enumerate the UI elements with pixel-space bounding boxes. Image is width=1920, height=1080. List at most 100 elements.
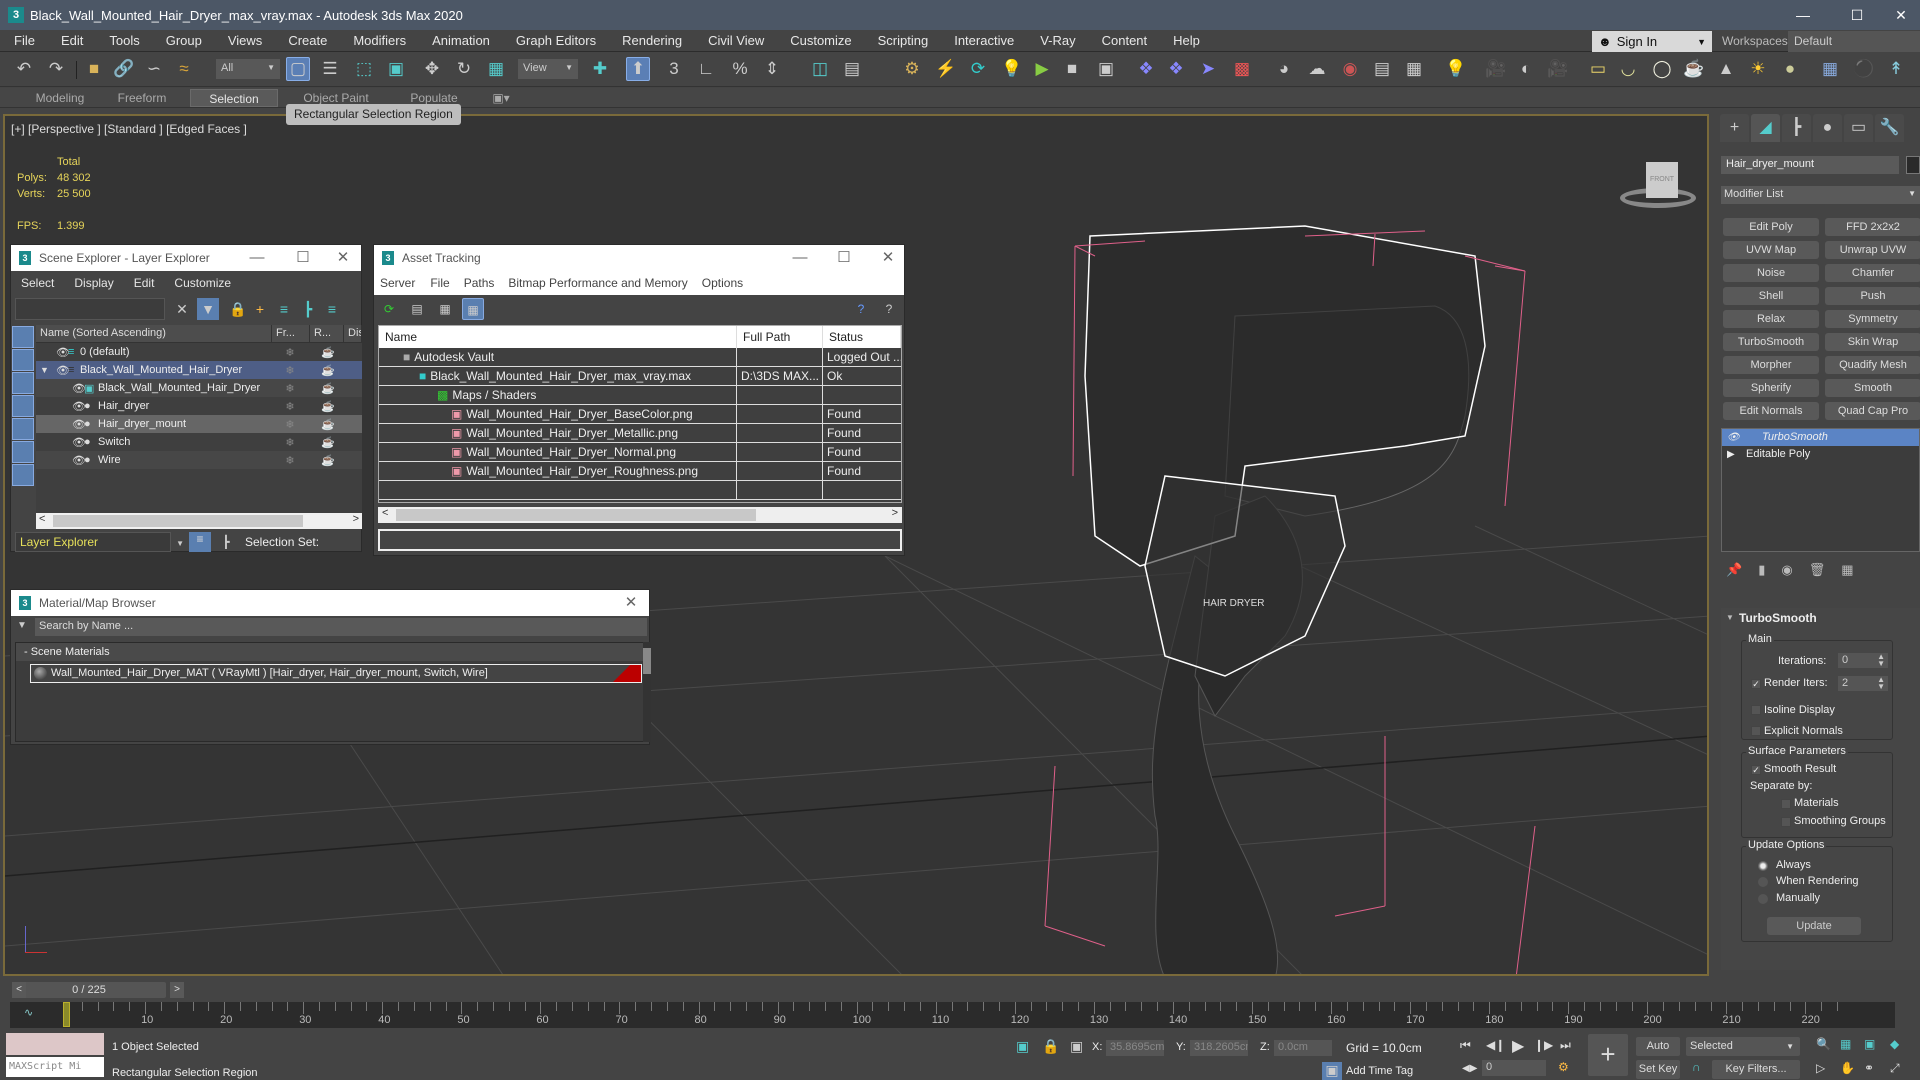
menu-modifiers[interactable]: Modifiers [339, 33, 418, 48]
selection-filter-dropdown[interactable]: All ▼ [216, 59, 280, 79]
scroll-left-icon[interactable]: < [39, 513, 45, 525]
filter-shapes-icon[interactable] [12, 349, 34, 371]
physical-camera-icon[interactable]: 🎥 [1546, 57, 1570, 81]
filter-geometry-icon[interactable] [12, 326, 34, 348]
teapot-render-icon[interactable]: ☕ [310, 364, 346, 377]
snaps-toggle-icon[interactable]: 3 [662, 57, 686, 81]
teapot-icon[interactable]: ☕ [1682, 57, 1706, 81]
remove-modifier-icon[interactable]: 🗑 [1809, 562, 1826, 578]
move-icon[interactable]: ✥ [420, 57, 444, 81]
spinner-snap-icon[interactable]: ⇕ [760, 57, 784, 81]
key-tangent-icon[interactable]: ∩ [1692, 1060, 1701, 1074]
vray-tool-icon[interactable]: ❖ [1134, 57, 1158, 81]
sign-in-button[interactable]: ☻ Sign In ▼ [1592, 31, 1712, 52]
filter-cameras-icon[interactable] [12, 395, 34, 417]
key-mode-dropdown[interactable]: Selected ▼ [1686, 1037, 1800, 1056]
rendered-frame-window-icon[interactable]: ⚡ [934, 57, 958, 81]
ribbon-options-icon[interactable]: ▣▾ [488, 89, 514, 107]
current-frame-field[interactable]: 0 [1482, 1060, 1546, 1076]
z-coord-field[interactable]: 0.0cm [1274, 1040, 1332, 1056]
hierarchy-tab-icon[interactable]: ┣ [1782, 114, 1811, 142]
table-row[interactable]: ▣ Wall_Mounted_Hair_Dryer_Metallic.png Fo… [379, 424, 901, 443]
table-row[interactable]: ▣ Wall_Mounted_Hair_Dryer_Normal.png Foun… [379, 443, 901, 462]
clear-search-icon[interactable]: ✕ [171, 298, 193, 320]
configure-modifier-sets-icon[interactable]: ▦ [1841, 562, 1853, 578]
key-mode-toggle-icon[interactable]: ◀▶ [1462, 1063, 1477, 1074]
modify-tab-icon[interactable]: ◢ [1751, 114, 1780, 142]
zoom-all-icon[interactable]: ▦ [1840, 1037, 1851, 1051]
scene-materials-group[interactable]: - Scene Materials [16, 643, 644, 661]
material-editor-icon[interactable]: ◉ [1338, 57, 1362, 81]
table-row[interactable]: Black_Wall_Mounted_Hair_Dryer ▼ 👁 ≡ ❄ ☕ [36, 361, 362, 379]
mirror-icon[interactable]: ◫ [808, 57, 832, 81]
next-frame-icon[interactable]: > [170, 982, 184, 998]
freeze-icon[interactable]: ❄ [272, 454, 308, 467]
ribbon-tab-selection[interactable]: Selection [190, 89, 278, 107]
update-always-radio[interactable] [1758, 861, 1768, 871]
keyboard-shortcut-override-icon[interactable]: ⬆ [626, 57, 650, 81]
track-bar[interactable]: ∿ 10 20 30 40 50 60 70 80 90 100 110 120 130 140 150 16… [10, 1002, 1895, 1028]
hierarchy-icon[interactable]: ┣ [297, 298, 319, 320]
minimize-button[interactable]: — [1780, 0, 1826, 30]
explicit-normals-checkbox[interactable] [1751, 726, 1761, 736]
motion-tab-icon[interactable]: ● [1813, 114, 1842, 142]
table-row[interactable]: Wire 👁 ● ❄ ☕ [36, 451, 362, 469]
vray-settings-icon[interactable]: ▣ [1094, 57, 1118, 81]
turbosmooth-rollout-header[interactable]: ▼ TurboSmooth [1721, 608, 1920, 625]
menu-vray[interactable]: V-Ray [1026, 33, 1087, 48]
se-menu-edit[interactable]: Edit [124, 276, 165, 290]
unlink-icon[interactable]: ∽ [142, 57, 166, 81]
zoom-extents-icon[interactable]: ▣ [1864, 1037, 1875, 1051]
column-full-path[interactable]: Full Path [737, 326, 823, 348]
help-options-icon[interactable]: ? [878, 298, 900, 320]
teapot-render-icon[interactable]: ☕ [310, 436, 346, 449]
smoothing-groups-checkbox[interactable] [1781, 817, 1791, 827]
hierarchy-view-icon[interactable]: ┣ [215, 535, 237, 549]
play-icon[interactable]: ▶ [1512, 1036, 1524, 1056]
percent-snap-icon[interactable]: % [728, 57, 752, 81]
scroll-right-icon[interactable]: > [353, 513, 359, 525]
table-row[interactable]: ▩ Maps / Shaders [379, 386, 901, 405]
previous-frame-icon[interactable]: < [12, 982, 26, 998]
scrollbar-thumb[interactable] [643, 648, 651, 674]
cone-icon[interactable]: ▲ [1714, 57, 1738, 81]
vray-material-icon[interactable]: ◕ [1272, 57, 1296, 81]
lock-icon[interactable]: 🔒 [227, 298, 249, 320]
spinner-arrows-icon[interactable]: ▲ ▼ [1877, 676, 1885, 691]
freeze-icon[interactable]: ❄ [272, 382, 308, 395]
select-and-link-icon[interactable]: ■ [82, 57, 106, 81]
render-icon[interactable]: ⟳ [966, 57, 990, 81]
toolbar-settings-icon[interactable]: ▦ [1402, 57, 1426, 81]
rotate-icon[interactable]: ↻ [452, 57, 476, 81]
go-to-end-icon[interactable]: ⏭ [1560, 1038, 1571, 1053]
layers-icon[interactable]: ≡ [321, 298, 343, 320]
freeze-icon[interactable]: ❄ [272, 436, 308, 449]
close-button[interactable]: ✕ [323, 245, 363, 271]
vray-tool4-icon[interactable]: ▩ [1230, 57, 1254, 81]
se-menu-customize[interactable]: Customize [164, 276, 241, 290]
minimize-button[interactable]: — [237, 245, 277, 271]
bind-spacewarp-icon[interactable]: ≈ [172, 57, 196, 81]
vertical-scrollbar[interactable] [643, 642, 651, 742]
freeze-icon[interactable]: ❄ [272, 346, 308, 359]
next-frame-icon[interactable]: ❙▶ [1534, 1038, 1553, 1052]
column-display[interactable]: Disp [344, 325, 362, 342]
layer-move-icon[interactable]: ≡ [273, 298, 295, 320]
redo-icon[interactable]: ↷ [44, 57, 68, 81]
se-menu-display[interactable]: Display [64, 276, 123, 290]
plane-light-icon[interactable]: ▭ [1586, 57, 1610, 81]
cloud-icon[interactable]: ☁ [1305, 57, 1329, 81]
at-menu-server[interactable]: Server [374, 276, 423, 290]
column-name[interactable]: Name [379, 326, 737, 348]
close-button[interactable]: ✕ [611, 590, 651, 616]
maximize-button[interactable]: ☐ [1834, 0, 1880, 30]
browser-options-icon[interactable]: ▼ [17, 620, 27, 631]
light-lister-icon[interactable]: 💡 [1000, 57, 1024, 81]
teapot-render-icon[interactable]: ☕ [310, 418, 346, 431]
table-row[interactable]: Switch 👁 ● ❄ ☕ [36, 433, 362, 451]
table-row[interactable]: ■ Black_Wall_Mounted_Hair_Dryer_max_vray.… [379, 367, 901, 386]
modifier-list-dropdown[interactable]: Modifier List ▼ [1721, 186, 1920, 204]
maximize-button[interactable]: ☐ [824, 245, 864, 271]
set-key-button[interactable]: Set Key [1636, 1060, 1680, 1079]
orbit-icon[interactable]: ⚭ [1864, 1061, 1874, 1075]
